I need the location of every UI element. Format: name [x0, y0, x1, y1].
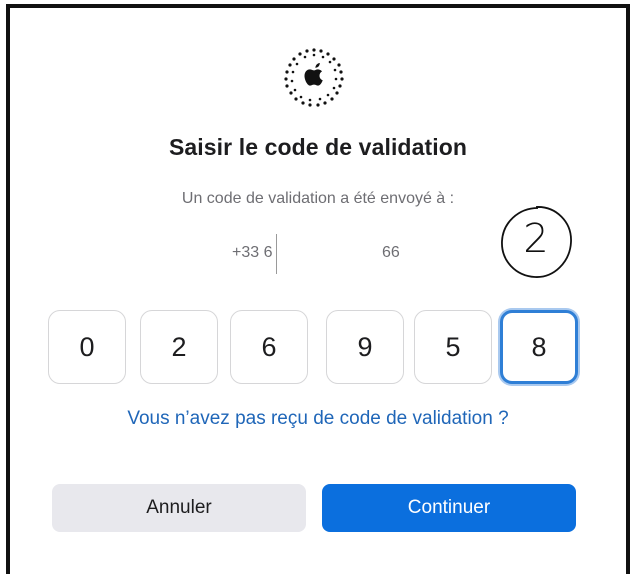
validation-dialog: Saisir le code de validation Un code de … [6, 4, 630, 574]
cancel-button[interactable]: Annuler [52, 484, 306, 532]
step-number: 2 [523, 216, 549, 262]
code-digit-2[interactable]: 2 [140, 310, 218, 384]
step-badge: 2 [496, 202, 576, 282]
code-input-group: 0 2 6 9 5 8 [48, 310, 596, 386]
continue-button[interactable]: Continuer [322, 484, 576, 532]
code-digit-6[interactable]: 8 [500, 310, 578, 384]
code-digit-3[interactable]: 6 [230, 310, 308, 384]
code-digit-1[interactable]: 0 [48, 310, 126, 384]
phone-suffix: 66 [382, 244, 400, 261]
code-digit-5[interactable]: 5 [414, 310, 492, 384]
page-title: Saisir le code de validation [168, 134, 468, 160]
resend-code-link[interactable]: Vous n’avez pas reçu de code de validati… [10, 408, 626, 430]
code-digit-4[interactable]: 9 [326, 310, 404, 384]
phone-prefix: +33 6 [232, 244, 273, 261]
phone-redaction [276, 234, 377, 274]
apple-logo-icon [284, 48, 344, 107]
